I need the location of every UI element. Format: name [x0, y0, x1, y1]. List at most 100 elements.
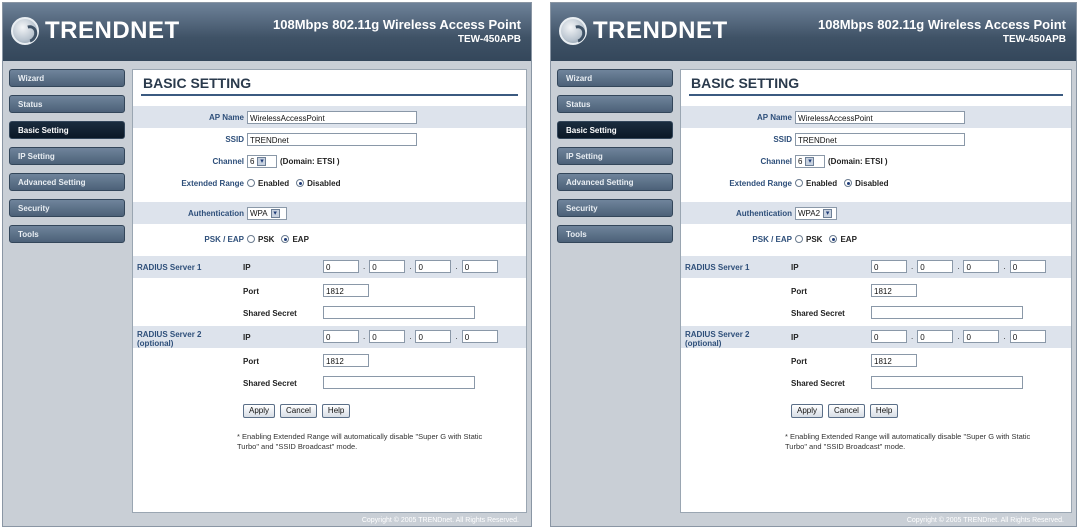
- radius1-ip-row: RADIUS Server 1 IP 0. 0. 0. 0: [681, 256, 1071, 278]
- content-area: BASIC SETTING AP Name WirelessAccessPoin…: [132, 69, 527, 513]
- radius1-secret-input[interactable]: [871, 306, 1023, 319]
- extended-range-enabled-radio[interactable]: [247, 179, 255, 187]
- radius1-label: RADIUS Server 1: [685, 263, 750, 272]
- chevron-down-icon: ▾: [257, 156, 267, 166]
- radius2-secret-input[interactable]: [871, 376, 1023, 389]
- sidebar-nav: Wizard Status Basic Setting IP Setting A…: [557, 69, 673, 251]
- button-group: Apply Cancel Help: [243, 404, 351, 418]
- radius2-port-input[interactable]: 1812: [323, 354, 369, 367]
- radius2-ip-octet-3[interactable]: 0: [963, 330, 1000, 343]
- radius2-ip-octet-2[interactable]: 0: [917, 330, 954, 343]
- radius1-ip-octet-3[interactable]: 0: [963, 260, 1000, 273]
- radius2-port-label: Port: [791, 357, 807, 366]
- brand-name: TRENDNET: [593, 17, 728, 44]
- extended-range-enabled-radio[interactable]: [795, 179, 803, 187]
- radius2-ip-octet-4[interactable]: 0: [461, 330, 498, 343]
- authentication-select[interactable]: WPA ▾: [247, 206, 287, 220]
- eap-radio[interactable]: [281, 235, 290, 243]
- nav-item-security[interactable]: Security: [557, 199, 673, 217]
- radius1-secret-row: Shared Secret: [133, 302, 526, 324]
- radius2-ip-octet-1[interactable]: 0: [871, 330, 907, 343]
- extended-range-disabled-radio[interactable]: [296, 179, 305, 187]
- nav-item-tools[interactable]: Tools: [557, 225, 673, 243]
- help-button[interactable]: Help: [321, 404, 351, 418]
- enabled-label: Enabled: [806, 178, 838, 188]
- extended-range-disabled-radio[interactable]: [844, 179, 853, 187]
- eap-label: EAP: [292, 234, 309, 244]
- nav-item-ip-setting[interactable]: IP Setting: [557, 147, 673, 165]
- psk-radio[interactable]: [247, 235, 255, 243]
- button-group: Apply Cancel Help: [791, 404, 899, 418]
- authentication-row: Authentication WPA2 ▾: [681, 202, 1071, 224]
- ssid-label: SSID: [225, 135, 244, 144]
- nav-item-advanced-setting[interactable]: Advanced Setting: [9, 173, 125, 191]
- extended-range-note: * Enabling Extended Range will automatic…: [237, 432, 483, 451]
- radius1-secret-input[interactable]: [323, 306, 475, 319]
- nav-item-ip-setting[interactable]: IP Setting: [9, 147, 125, 165]
- psk-eap-row: PSK / EAP PSK EAP: [133, 228, 526, 250]
- ap-name-row: AP Name WirelessAccessPoint: [133, 106, 526, 128]
- nav-item-advanced-setting[interactable]: Advanced Setting: [557, 173, 673, 191]
- extended-range-row: Extended Range Enabled Disabled: [681, 172, 1071, 194]
- ap-name-input[interactable]: WirelessAccessPoint: [795, 110, 965, 124]
- apply-button[interactable]: Apply: [243, 404, 276, 418]
- channel-select[interactable]: 6 ▾: [247, 154, 277, 168]
- authentication-label: Authentication: [736, 209, 792, 218]
- radius1-ip-octet-4[interactable]: 0: [461, 260, 498, 273]
- product-info: 108Mbps 802.11g Wireless Access Point TE…: [818, 17, 1066, 45]
- eap-label: EAP: [840, 234, 857, 244]
- channel-row: Channel 6 ▾ (Domain: ETSI ): [133, 150, 526, 172]
- product-title: 108Mbps 802.11g Wireless Access Point: [818, 17, 1066, 32]
- domain-text: (Domain: ETSI ): [828, 156, 888, 166]
- help-button[interactable]: Help: [869, 404, 899, 418]
- trendnet-logo: TRENDNET: [559, 17, 728, 45]
- radius1-ip-octet-2[interactable]: 0: [369, 260, 406, 273]
- ssid-input[interactable]: TRENDnet: [247, 132, 417, 146]
- radius2-secret-input[interactable]: [323, 376, 475, 389]
- ssid-row: SSID TRENDnet: [681, 128, 1071, 150]
- radius1-ip-octet-1[interactable]: 0: [871, 260, 907, 273]
- cancel-button[interactable]: Cancel: [280, 404, 317, 418]
- psk-label: PSK: [258, 234, 275, 244]
- radius1-secret-row: Shared Secret: [681, 302, 1071, 324]
- nav-item-basic-setting[interactable]: Basic Setting: [557, 121, 673, 139]
- radius1-ip-octet-2[interactable]: 0: [917, 260, 954, 273]
- radius2-secret-row: Shared Secret: [681, 372, 1071, 394]
- eap-radio[interactable]: [829, 235, 838, 243]
- authentication-select[interactable]: WPA2 ▾: [795, 206, 837, 220]
- nav-item-security[interactable]: Security: [9, 199, 125, 217]
- authentication-select-value: WPA2: [798, 208, 821, 218]
- nav-item-status[interactable]: Status: [557, 95, 673, 113]
- nav-item-wizard[interactable]: Wizard: [557, 69, 673, 87]
- nav-item-wizard[interactable]: Wizard: [9, 69, 125, 87]
- apply-button[interactable]: Apply: [791, 404, 824, 418]
- radius2-port-label: Port: [243, 357, 259, 366]
- radius2-ip-octet-1[interactable]: 0: [323, 330, 359, 343]
- psk-radio[interactable]: [795, 235, 803, 243]
- radius1-port-input[interactable]: 1812: [871, 284, 917, 297]
- radius2-port-row: Port 1812: [133, 350, 526, 372]
- enabled-label: Enabled: [258, 178, 290, 188]
- title-divider: [141, 94, 518, 96]
- ap-name-input[interactable]: WirelessAccessPoint: [247, 110, 417, 124]
- radius2-ip-octet-2[interactable]: 0: [369, 330, 406, 343]
- radius1-port-input[interactable]: 1812: [323, 284, 369, 297]
- page-title: BASIC SETTING: [143, 75, 252, 91]
- radius2-secret-label: Shared Secret: [791, 379, 845, 388]
- nav-item-basic-setting[interactable]: Basic Setting: [9, 121, 125, 139]
- ssid-input[interactable]: TRENDnet: [795, 132, 965, 146]
- radius2-port-input[interactable]: 1812: [871, 354, 917, 367]
- radius2-ip-octet-3[interactable]: 0: [415, 330, 452, 343]
- radius2-ip-octet-4[interactable]: 0: [1009, 330, 1046, 343]
- cancel-button[interactable]: Cancel: [828, 404, 865, 418]
- radius1-ip-octet-4[interactable]: 0: [1009, 260, 1046, 273]
- radius1-ip-label: IP: [243, 263, 251, 272]
- chevron-down-icon: ▾: [270, 208, 280, 218]
- radius1-ip-octet-1[interactable]: 0: [323, 260, 359, 273]
- radius1-ip-octet-3[interactable]: 0: [415, 260, 452, 273]
- product-info: 108Mbps 802.11g Wireless Access Point TE…: [273, 17, 521, 45]
- nav-item-tools[interactable]: Tools: [9, 225, 125, 243]
- channel-select[interactable]: 6 ▾: [795, 154, 825, 168]
- authentication-row: Authentication WPA ▾: [133, 202, 526, 224]
- nav-item-status[interactable]: Status: [9, 95, 125, 113]
